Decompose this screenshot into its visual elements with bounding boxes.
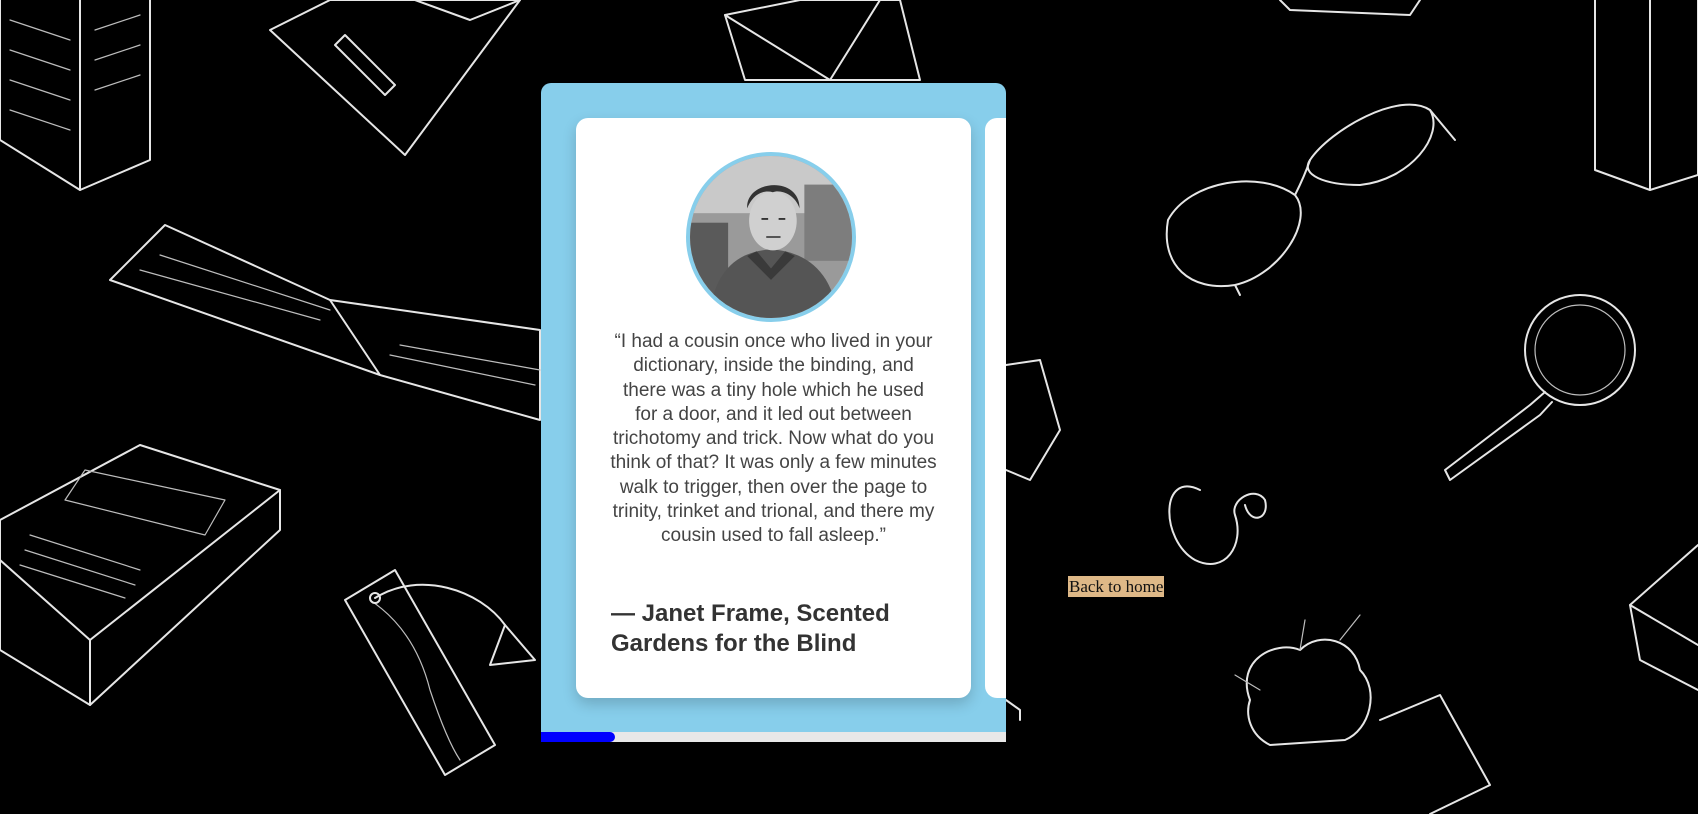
- back-to-home-link[interactable]: Back to home: [1068, 576, 1165, 597]
- magnifier-illustration: [1444, 294, 1636, 481]
- next-testimonial-card[interactable]: [985, 118, 1006, 698]
- testimonial-quote: “I had a cousin once who lived in your d…: [610, 331, 937, 547]
- testimonial-author: — Janet Frame, Scented Gardens for the B…: [611, 600, 890, 657]
- bookmark-illustration: [344, 569, 536, 776]
- carousel-progress-fill: [541, 732, 616, 742]
- book-illustration: [1594, 0, 1698, 191]
- book-illustration: [0, 0, 151, 191]
- book-illustration: [1629, 544, 1698, 691]
- author-photo: [690, 156, 852, 318]
- book-illustration: [0, 444, 281, 706]
- envelope-illustration: [724, 0, 921, 81]
- glasses-illustration: [1165, 103, 1456, 296]
- cactus-illustration: [1234, 614, 1491, 814]
- clip-illustration: [1168, 485, 1267, 565]
- book-illustration: [1005, 359, 1061, 721]
- testimonial-carousel[interactable]: “I had a cousin once who lived in your d…: [541, 83, 1006, 742]
- book-illustration: [269, 0, 521, 156]
- testimonial-card: “I had a cousin once who lived in your d…: [576, 118, 971, 698]
- book-illustration: [109, 224, 541, 421]
- author-avatar: [686, 152, 856, 322]
- carousel-progress-track: [541, 732, 1006, 742]
- book-illustration: [1279, 0, 1421, 16]
